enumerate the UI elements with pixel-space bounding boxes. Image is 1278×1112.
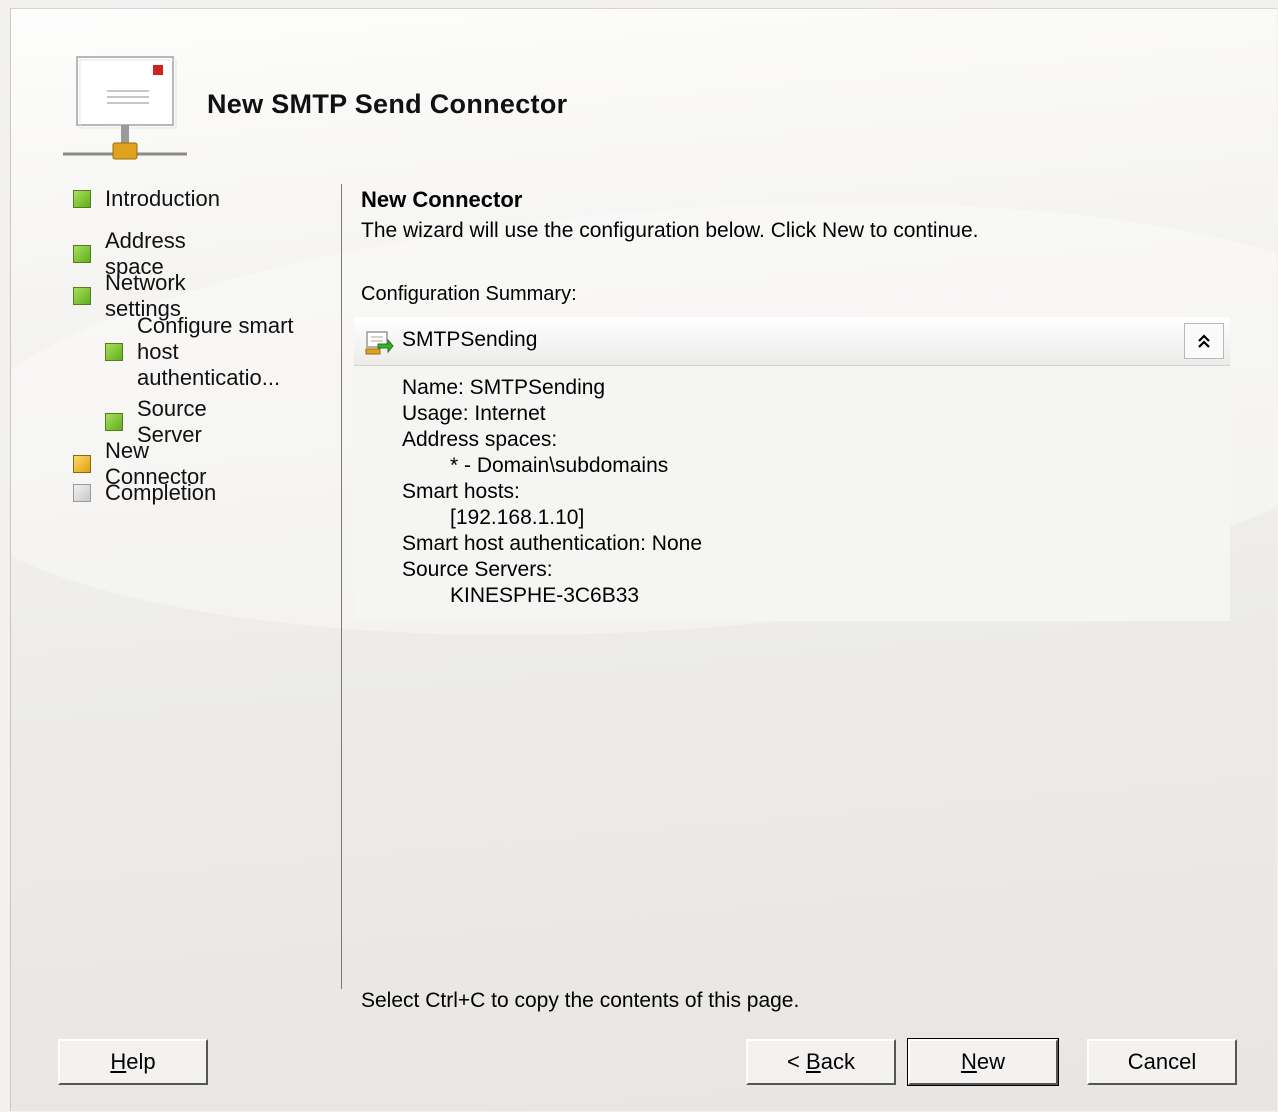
help-button[interactable]: Help xyxy=(58,1039,208,1085)
step-introduction: Introduction xyxy=(73,186,220,212)
summary-body: Name: SMTPSending Usage: Internet Addres… xyxy=(402,375,702,609)
summary-header[interactable]: SMTPSending xyxy=(354,317,1230,366)
summary-source-server: KINESPHE-3C6B33 xyxy=(450,584,640,607)
copy-hint: Select Ctrl+C to copy the contents of th… xyxy=(361,989,800,1012)
summary-source-servers-label: Source Servers: xyxy=(402,558,553,581)
summary-title: SMTPSending xyxy=(402,328,538,351)
step-configure-smart-host: Configure smart host authenticatio... xyxy=(105,313,327,391)
summary-smart-host: [192.168.1.10] xyxy=(450,506,585,529)
step-complete-icon xyxy=(73,190,91,208)
vertical-divider xyxy=(341,184,342,989)
step-complete-icon xyxy=(105,413,123,431)
wizard-title: New SMTP Send Connector xyxy=(207,89,568,119)
send-connector-icon xyxy=(63,56,187,160)
configuration-summary-panel[interactable]: SMTPSending Name: SMTPSending Usage: Int… xyxy=(354,317,1230,621)
step-complete-icon xyxy=(73,245,91,263)
connector-icon xyxy=(365,331,394,355)
cancel-button[interactable]: Cancel xyxy=(1087,1039,1237,1085)
new-button[interactable]: New xyxy=(907,1038,1059,1086)
wizard-window: New SMTP Send Connector Introduction Add… xyxy=(10,8,1277,1111)
step-label: Introduction xyxy=(105,186,220,211)
step-completion: Completion xyxy=(73,480,216,506)
summary-usage: Usage: Internet xyxy=(402,402,546,425)
step-label: Completion xyxy=(105,480,217,505)
step-complete-icon xyxy=(105,343,123,361)
summary-address-spaces-label: Address spaces: xyxy=(402,428,558,451)
summary-name: Name: SMTPSending xyxy=(402,376,606,399)
collapse-button[interactable] xyxy=(1184,323,1224,359)
back-button[interactable]: < Back xyxy=(746,1039,896,1085)
step-pending-icon xyxy=(73,484,91,502)
summary-smart-hosts-label: Smart hosts: xyxy=(402,480,520,503)
step-label: Configure smart host authenticatio... xyxy=(137,313,294,390)
step-current-icon xyxy=(73,455,91,473)
chevron-up-double-icon xyxy=(1198,334,1210,348)
summary-smart-host-auth: Smart host authentication: None xyxy=(402,532,703,555)
page-description: The wizard will use the configuration be… xyxy=(361,219,979,242)
summary-address-space: * - Domain\subdomains xyxy=(450,454,669,477)
step-complete-icon xyxy=(73,287,91,305)
summary-label: Configuration Summary: xyxy=(361,283,577,305)
page-heading: New Connector xyxy=(361,187,523,212)
